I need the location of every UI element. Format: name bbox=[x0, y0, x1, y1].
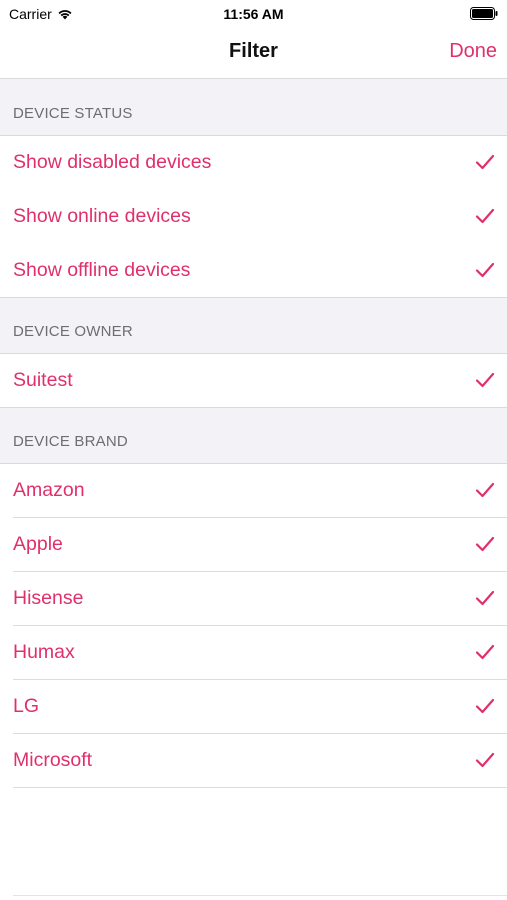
filter-row-lg[interactable]: LG bbox=[0, 680, 507, 734]
filter-row-hisense[interactable]: Hisense bbox=[0, 572, 507, 626]
row-label: Show online devices bbox=[13, 205, 191, 227]
row-label: Hisense bbox=[13, 587, 84, 609]
checkmark-icon bbox=[475, 752, 495, 768]
row-label: Show offline devices bbox=[13, 259, 191, 281]
filter-row-humax[interactable]: Humax bbox=[0, 626, 507, 680]
bottom-divider bbox=[13, 895, 507, 896]
checkmark-icon bbox=[475, 154, 495, 170]
checkmark-icon bbox=[475, 536, 495, 552]
page-title: Filter bbox=[229, 40, 278, 62]
row-label: Amazon bbox=[13, 479, 85, 501]
section-header-label: DEVICE OWNER bbox=[13, 323, 133, 340]
status-time: 11:56 AM bbox=[223, 6, 284, 22]
checkmark-icon bbox=[475, 482, 495, 498]
checkmark-icon bbox=[475, 372, 495, 388]
row-label: Show disabled devices bbox=[13, 151, 212, 173]
row-label: Microsoft bbox=[13, 749, 93, 771]
battery-icon bbox=[470, 7, 498, 20]
filter-row-amazon[interactable]: Amazon bbox=[0, 464, 507, 518]
row-label: Humax bbox=[13, 641, 75, 663]
navigation-bar: Filter Done bbox=[0, 28, 507, 79]
checkmark-icon bbox=[475, 644, 495, 660]
filter-row-suitest[interactable]: Suitest bbox=[0, 354, 507, 408]
checkmark-icon bbox=[475, 590, 495, 606]
row-label: Apple bbox=[13, 533, 63, 555]
section-header-device-status: DEVICE STATUS bbox=[0, 79, 507, 136]
checkmark-icon bbox=[475, 698, 495, 714]
section-header-label: DEVICE BRAND bbox=[13, 433, 128, 450]
checkmark-icon bbox=[475, 262, 495, 278]
row-label: Suitest bbox=[13, 369, 73, 391]
row-label: LG bbox=[13, 695, 40, 717]
filter-row-show-disabled-devices[interactable]: Show disabled devices bbox=[0, 136, 507, 190]
row-separator bbox=[13, 787, 507, 788]
filter-row-show-offline-devices[interactable]: Show offline devices bbox=[0, 244, 507, 298]
filter-row-microsoft[interactable]: Microsoft bbox=[0, 734, 507, 788]
status-bar: Carrier 11:56 AM bbox=[0, 0, 507, 28]
filter-row-show-online-devices[interactable]: Show online devices bbox=[0, 190, 507, 244]
section-header-device-owner: DEVICE OWNER bbox=[0, 297, 507, 354]
checkmark-icon bbox=[475, 208, 495, 224]
section-header-label: DEVICE STATUS bbox=[13, 105, 133, 122]
filter-row-apple[interactable]: Apple bbox=[0, 518, 507, 572]
done-button[interactable]: Done bbox=[449, 40, 497, 63]
section-header-device-brand: DEVICE BRAND bbox=[0, 407, 507, 464]
